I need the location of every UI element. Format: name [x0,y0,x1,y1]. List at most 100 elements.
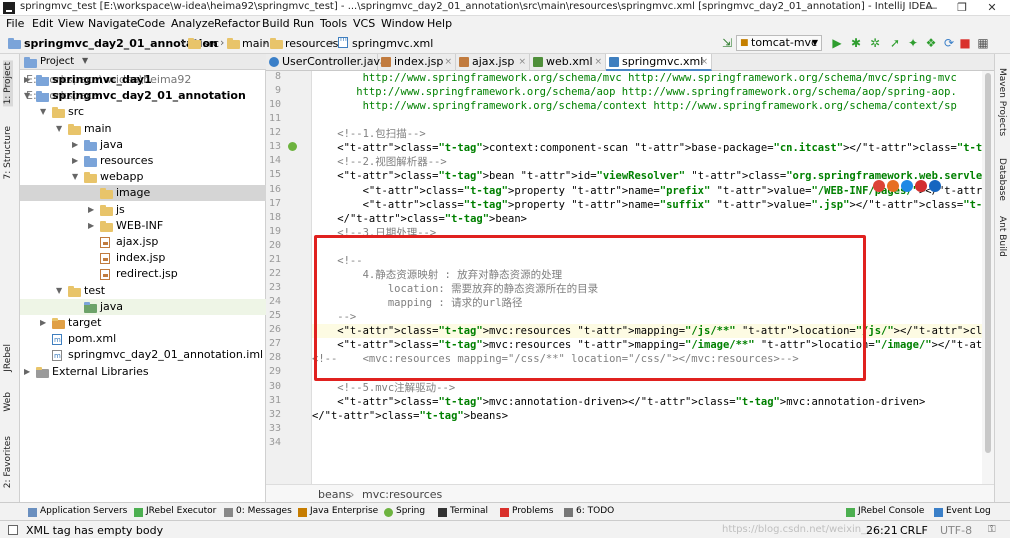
tree-item[interactable]: ▼ springmvc_day2_01_annotation E:\workspac… [20,88,266,104]
expand-right-icon[interactable]: ▶ [88,218,94,234]
chrome-icon[interactable] [873,180,885,192]
restore-button[interactable]: ❐ [948,0,976,16]
menu-navigate[interactable]: Navigate [88,17,137,30]
tool-tab-web[interactable]: Web [3,392,13,412]
close-icon[interactable]: × [366,54,374,70]
tool-jrebel-console[interactable]: JRebel Console [858,506,924,516]
project-structure-icon[interactable]: ▦ [976,36,990,50]
expand-down-icon[interactable]: ▼ [56,283,62,299]
menu-edit[interactable]: Edit [32,17,53,30]
expand-right-icon[interactable]: ▶ [88,202,94,218]
menu-vcs[interactable]: VCS [353,17,375,30]
lock-icon[interactable]: ⚿ [988,524,996,535]
editor-crumb-beans[interactable]: beans [318,488,351,501]
expand-right-icon[interactable]: ▶ [24,72,30,88]
close-icon[interactable]: × [700,54,708,70]
scrollbar-thumb[interactable] [985,73,991,453]
ie-icon[interactable] [929,180,941,192]
menu-analyze[interactable]: Analyze [171,17,214,30]
tree-item[interactable]: pom.xml [20,331,266,348]
tree-item[interactable]: ▼ test [20,283,266,299]
close-button[interactable]: ✕ [978,0,1006,16]
tree-item[interactable]: ▶ java [20,137,266,153]
tool-application-servers[interactable]: Application Servers [40,506,127,516]
tool-messages[interactable]: 0: Messages [236,506,292,516]
tree-item[interactable]: ▶ resources [20,153,266,169]
close-icon[interactable]: × [444,54,452,70]
tab-springmvc-xml[interactable]: springmvc.xml × [606,54,712,71]
expand-right-icon[interactable]: ▶ [72,153,78,169]
tool-spring[interactable]: Spring [396,506,425,516]
status-toggle-icon[interactable] [8,525,18,535]
safari-icon[interactable] [901,180,913,192]
coverage-icon[interactable]: ✲ [868,36,882,50]
menu-refactor[interactable]: Refactor [214,17,260,30]
tool-tab-structure[interactable]: 7: Structure [3,126,13,180]
tab-ajax-jsp[interactable]: ajax.jsp × [456,54,530,71]
file-encoding[interactable]: UTF-8 [940,524,972,537]
tree-item[interactable]: image [20,185,266,202]
editor-crumb-mvc-resources[interactable]: mvc:resources [362,488,442,501]
tree-item[interactable]: ajax.jsp [20,234,266,250]
expand-down-icon[interactable]: ▼ [72,169,78,185]
run-icon[interactable]: ▶ [830,36,844,50]
tree-item[interactable]: ▶ WEB-INF [20,218,266,234]
tree-item[interactable]: ▶ External Libraries [20,364,266,380]
tab-web-xml[interactable]: web.xml × [530,54,606,71]
run-configuration-select[interactable]: ■ tomcat-mvc ▼ [736,35,822,51]
jrebel-run-icon[interactable]: ➚ [888,36,902,50]
menu-help[interactable]: Help [427,17,452,30]
tool-java-enterprise[interactable]: Java Enterprise [310,506,378,516]
tree-item[interactable]: ▼ src [20,104,266,120]
profile-icon[interactable]: ❖ [924,36,938,50]
tree-item[interactable]: ▶ target [20,315,266,331]
tool-todo[interactable]: 6: TODO [576,506,614,516]
tab-user-controller[interactable]: UserController.java × [266,54,387,71]
menu-window[interactable]: Window [381,17,424,30]
chevron-down-icon[interactable]: ▼ [82,56,88,65]
expand-down-icon[interactable]: ▼ [24,88,30,104]
stop-icon[interactable]: ■ [958,36,972,50]
tool-jrebel-executor[interactable]: JRebel Executor [146,506,216,516]
tool-event-log[interactable]: Event Log [946,506,991,516]
tree-item[interactable]: redirect.jsp [20,266,266,282]
tool-tab-favorites[interactable]: 2: Favorites [3,436,13,488]
spring-bean-icon[interactable] [288,142,297,151]
tool-terminal[interactable]: Terminal [450,506,488,516]
menu-tools[interactable]: Tools [320,17,347,30]
caret-position[interactable]: 26:21 [866,524,898,537]
tool-tab-maven[interactable]: Maven Projects [997,68,1007,136]
expand-down-icon[interactable]: ▼ [56,121,62,137]
tool-problems[interactable]: Problems [512,506,553,516]
expand-down-icon[interactable]: ▼ [40,104,46,120]
debug-icon[interactable]: ✱ [849,36,863,50]
menu-file[interactable]: File [6,17,24,30]
tool-tab-jrebel[interactable]: JRebel [3,344,13,372]
tab-index-jsp[interactable]: index.jsp × [378,54,456,71]
line-separator[interactable]: CRLF [900,524,928,537]
close-icon[interactable]: × [518,54,526,70]
tool-tab-ant[interactable]: Ant Build [997,216,1007,257]
firefox-icon[interactable] [887,180,899,192]
tree-item[interactable]: java [20,298,266,315]
tree-item[interactable]: ▼ webapp [20,169,266,185]
tree-item[interactable]: ▶ js [20,202,266,218]
tree-item[interactable]: ▶ springmvc_day1 E:\workspace\w-idea\heima… [20,72,266,88]
menu-view[interactable]: View [58,17,84,30]
close-icon[interactable]: × [594,54,602,70]
minimize-button[interactable]: — [918,0,946,16]
tree-item[interactable]: springmvc_day2_01_annotation.iml [20,347,266,364]
tool-tab-database[interactable]: Database [997,158,1007,201]
expand-right-icon[interactable]: ▶ [72,137,78,153]
breadcrumb-src[interactable]: src [203,37,219,50]
breadcrumb-file[interactable]: springmvc.xml [352,37,433,50]
expand-right-icon[interactable]: ▶ [24,364,30,380]
editor-vertical-scrollbar[interactable] [982,71,994,484]
build-arrow-icon[interactable]: ⇲ [720,36,734,50]
update-icon[interactable]: ⟳ [942,36,956,50]
menu-code[interactable]: Code [137,17,165,30]
jrebel-debug-icon[interactable]: ✦ [906,36,920,50]
menu-build[interactable]: Build [262,17,290,30]
expand-right-icon[interactable]: ▶ [40,315,46,331]
tree-item[interactable]: index.jsp [20,250,266,266]
